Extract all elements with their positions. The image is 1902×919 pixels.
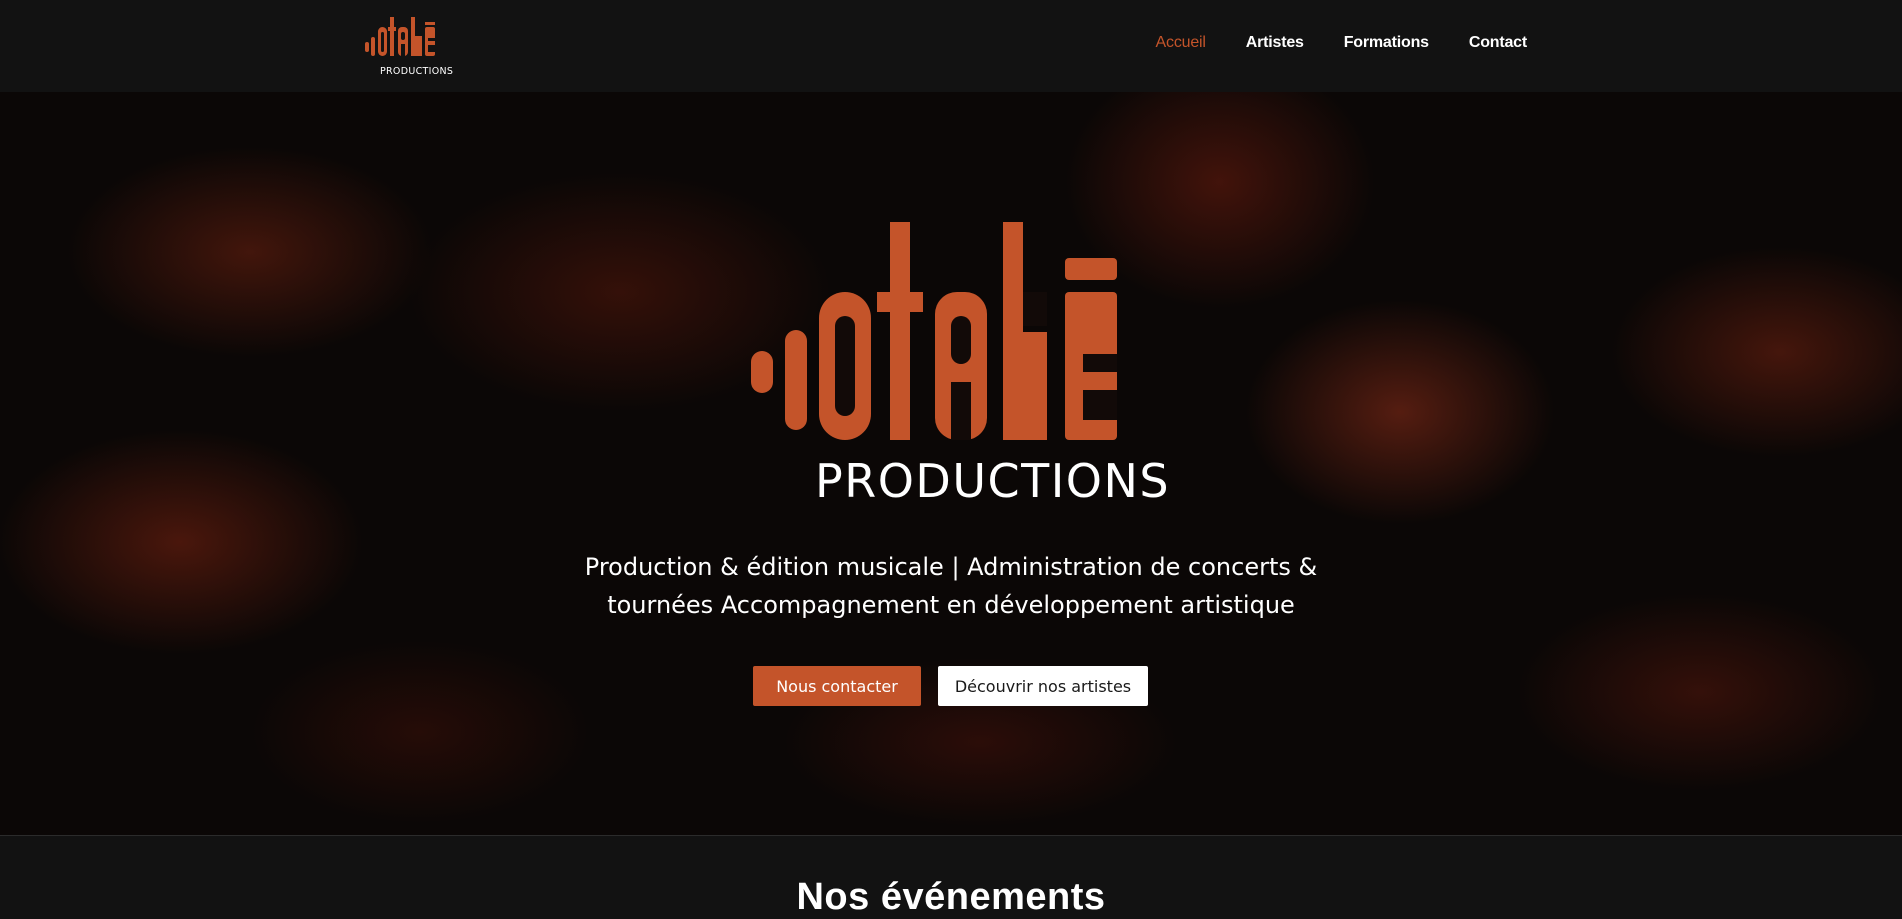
hero-logo: PRODUCTIONS bbox=[745, 220, 1169, 508]
header-logo-subtitle: PRODUCTIONS bbox=[380, 66, 454, 77]
tagline-line-2: tournées Accompagnement en développement… bbox=[607, 591, 1295, 619]
main-nav: Accueil Artistes Formations Contact bbox=[1156, 34, 1528, 52]
site-header: PRODUCTIONS Accueil Artistes Formations … bbox=[0, 0, 1902, 92]
hero-tagline: Production & édition musicale | Administ… bbox=[560, 548, 1342, 624]
otake-logo-icon bbox=[365, 17, 435, 56]
otake-hero-logo-icon bbox=[751, 222, 1117, 440]
header-logo[interactable]: PRODUCTIONS bbox=[364, 14, 456, 78]
contact-button[interactable]: Nous contacter bbox=[753, 666, 921, 706]
hero-section: PRODUCTIONS Production & édition musical… bbox=[0, 92, 1902, 835]
tagline-line-1: Production & édition musicale | Administ… bbox=[584, 553, 1318, 581]
nav-item-accueil[interactable]: Accueil bbox=[1156, 34, 1206, 52]
events-section: Nos événements bbox=[0, 835, 1902, 918]
nav-item-formations[interactable]: Formations bbox=[1344, 34, 1429, 52]
nav-item-contact[interactable]: Contact bbox=[1469, 34, 1527, 52]
discover-artists-button[interactable]: Découvrir nos artistes bbox=[938, 666, 1148, 706]
nav-item-artistes[interactable]: Artistes bbox=[1246, 34, 1304, 52]
hero-logo-subtitle: PRODUCTIONS bbox=[815, 454, 1171, 508]
